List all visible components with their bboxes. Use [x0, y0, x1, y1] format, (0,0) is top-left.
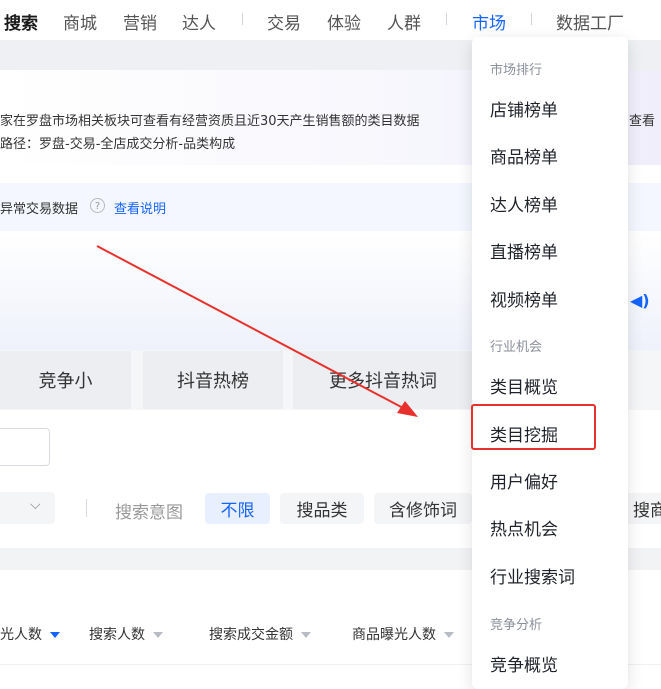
nav-divider	[242, 13, 243, 25]
market-dropdown-menu: 市场排行 店铺榜单 商品榜单 达人榜单 直播榜单 视频榜单 行业机会 类目概览 …	[472, 37, 628, 689]
menu-item-hot-opportunity[interactable]: 热点机会	[490, 515, 558, 540]
sort-desc-icon[interactable]	[50, 632, 60, 638]
group-competition-analysis: 竞争分析	[490, 618, 543, 633]
abnormal-data-text: 异常交易数据	[0, 202, 79, 217]
menu-item-user-preference[interactable]: 用户偏好	[490, 468, 558, 493]
help-circle-icon[interactable]: ?	[90, 198, 105, 213]
category-select[interactable]	[0, 492, 55, 524]
filter-search-category[interactable]: 搜品类	[280, 493, 364, 524]
nav-search[interactable]: 搜索	[4, 9, 38, 34]
menu-item-video-ranking[interactable]: 视频榜单	[490, 286, 558, 311]
menu-item-live-ranking[interactable]: 直播榜单	[490, 238, 558, 263]
nav-market[interactable]: 市场	[472, 9, 506, 34]
tab-more-hot-words[interactable]: 更多抖音热词	[293, 351, 473, 409]
menu-item-product-ranking[interactable]: 商品榜单	[490, 143, 558, 168]
nav-marketing[interactable]: 营销	[123, 9, 157, 34]
nav-experience[interactable]: 体验	[327, 9, 361, 34]
column-product-exposure-users[interactable]: 商品曝光人数	[352, 624, 454, 644]
nav-divider	[446, 13, 447, 25]
sort-icon[interactable]	[153, 632, 163, 638]
sort-icon[interactable]	[301, 632, 311, 638]
menu-item-competition-overview[interactable]: 竞争概览	[490, 651, 558, 676]
nav-divider	[531, 13, 532, 25]
view-explanation-link[interactable]: 查看说明	[114, 198, 166, 217]
tab-douyin-hot[interactable]: 抖音热榜	[143, 351, 283, 409]
notice-line-1: 家在罗盘市场相关板块可查看有经营资质且近30天产生销售额的类目数据	[0, 114, 420, 129]
filter-unlimited[interactable]: 不限	[205, 493, 270, 524]
notice-line-1-right: 查看	[629, 114, 656, 129]
filter-divider	[86, 499, 87, 517]
sort-icon[interactable]	[444, 632, 454, 638]
nav-data-factory[interactable]: 数据工厂	[556, 9, 624, 34]
top-navigation: 搜索 商城 营销 达人 交易 体验 人群 市场 数据工厂	[0, 0, 661, 40]
filter-with-modifier[interactable]: 含修饰词	[374, 493, 472, 524]
search-intent-label: 搜索意图	[115, 503, 183, 523]
nav-audience[interactable]: 人群	[387, 9, 421, 34]
notice-line-2: 路径：罗盘-交易-全店成交分析-品类构成	[0, 137, 236, 152]
search-input[interactable]	[0, 428, 50, 466]
nav-influencer[interactable]: 达人	[182, 9, 216, 34]
group-market-ranking: 市场排行	[490, 63, 543, 78]
chevron-down-icon[interactable]: ⌵	[30, 497, 41, 513]
speaker-icon: ◀)	[630, 291, 650, 310]
nav-mall[interactable]: 商城	[63, 9, 97, 34]
nav-transaction[interactable]: 交易	[267, 9, 301, 34]
menu-item-store-ranking[interactable]: 店铺榜单	[490, 96, 558, 121]
tab-low-competition[interactable]: 竞争小	[0, 351, 131, 409]
column-exposure-users[interactable]: 光人数	[0, 624, 60, 644]
annotation-highlight-box	[471, 404, 596, 450]
menu-item-influencer-ranking[interactable]: 达人榜单	[490, 191, 558, 216]
column-search-users[interactable]: 搜索人数	[89, 624, 163, 644]
group-industry-opportunity: 行业机会	[490, 340, 543, 355]
menu-item-category-overview[interactable]: 类目概览	[490, 373, 558, 398]
column-search-gmv[interactable]: 搜索成交金额	[209, 624, 311, 644]
menu-item-industry-search-words[interactable]: 行业搜索词	[490, 563, 575, 588]
